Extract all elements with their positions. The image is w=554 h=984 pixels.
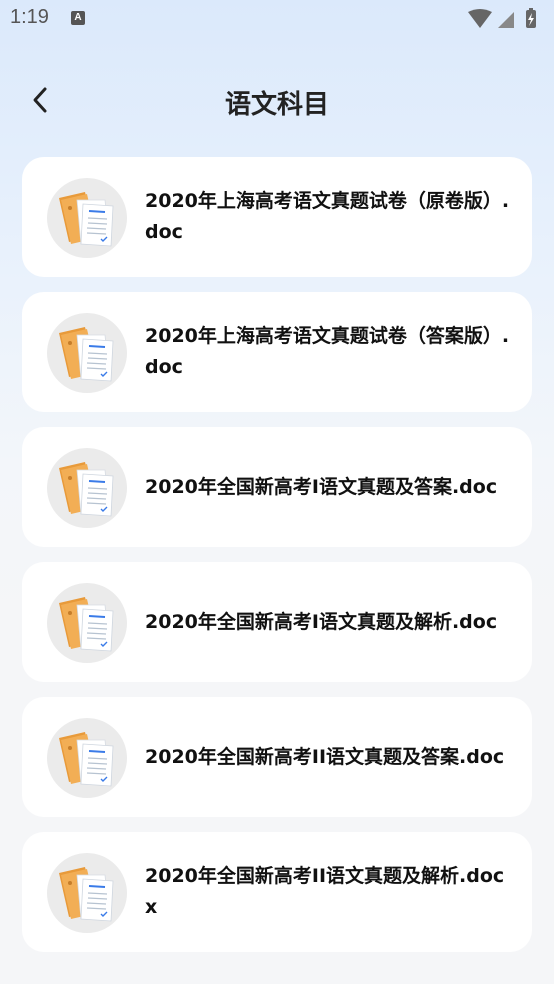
signal-battery-icons — [468, 8, 536, 28]
file-name: 2020年全国新高考I语文真题及答案.doc — [145, 475, 498, 498]
status-time: 1:19 — [10, 6, 49, 28]
cellular-icon — [498, 12, 514, 28]
file-name: 2020年上海高考语文真题试卷（答案版）.doc — [145, 325, 510, 378]
status-bar: 1:19 A — [0, 0, 554, 38]
notification-icon: A — [71, 11, 85, 25]
document-folder-icon — [47, 583, 127, 663]
status-icons — [466, 8, 546, 30]
document-folder-icon — [47, 178, 127, 258]
file-card-1[interactable]: 2020年上海高考语文真题试卷（原卷版）.doc — [22, 157, 532, 277]
file-name: 2020年全国新高考II语文真题及解析.docx — [145, 865, 505, 918]
document-folder-icon — [47, 853, 127, 933]
file-card-6[interactable]: 2020年全国新高考II语文真题及解析.docx — [22, 832, 532, 952]
file-name: 2020年全国新高考I语文真题及解析.doc — [145, 610, 498, 633]
page-title: 语文科目 — [224, 90, 329, 120]
file-name: 2020年上海高考语文真题试卷（原卷版）.doc — [145, 190, 510, 243]
file-card-3[interactable]: 2020年全国新高考I语文真题及答案.doc — [22, 427, 532, 547]
file-list: 2020年上海高考语文真题试卷（原卷版）.doc 2020年上海高考语文真题试卷… — [22, 157, 532, 967]
file-card-2[interactable]: 2020年上海高考语文真题试卷（答案版）.doc — [22, 292, 532, 412]
document-folder-icon — [47, 313, 127, 393]
wifi-icon — [468, 9, 492, 28]
file-card-4[interactable]: 2020年全国新高考I语文真题及解析.doc — [22, 562, 532, 682]
document-folder-icon — [47, 448, 127, 528]
header: 语文科目 — [0, 68, 554, 134]
file-card-5[interactable]: 2020年全国新高考II语文真题及答案.doc — [22, 697, 532, 817]
document-folder-icon — [47, 718, 127, 798]
file-name: 2020年全国新高考II语文真题及答案.doc — [145, 745, 505, 768]
